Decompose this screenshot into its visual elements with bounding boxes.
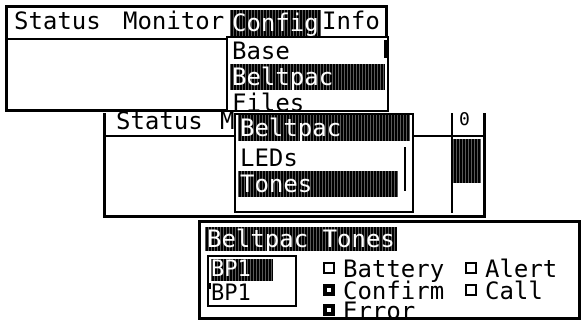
menu-monitor[interactable]: Monitor xyxy=(123,6,224,36)
menu-status[interactable]: Status xyxy=(14,6,101,36)
menu-monitor-partial[interactable]: M xyxy=(220,107,234,135)
main-menu-screen: Status Monitor Config Info Base Beltpac … xyxy=(5,5,389,116)
menu-info[interactable]: Info xyxy=(322,6,380,36)
setup-scrollbar[interactable] xyxy=(404,147,406,191)
side-value: 0 xyxy=(459,109,470,130)
list-item-bp1[interactable]: BP1 xyxy=(211,283,251,305)
call-label: Call xyxy=(485,277,543,305)
menu-status[interactable]: Status xyxy=(116,107,203,135)
side-bar xyxy=(453,139,481,183)
setup-item-tones[interactable]: Tones xyxy=(238,171,398,197)
setup-title: Beltpac Setup xyxy=(238,115,410,167)
menu-config[interactable]: Config xyxy=(230,10,321,36)
beltpac-setup-dropdown: Beltpac Setup LEDs Tones xyxy=(234,113,414,213)
beltpac-setup-screen: Status M Beltpac Setup LEDs Tones 0 xyxy=(103,107,486,218)
config-dropdown: Base Beltpac Files xyxy=(226,36,389,116)
battery-checkbox[interactable] xyxy=(323,262,335,274)
tones-title: Beltpac Tones xyxy=(205,225,397,253)
arrow-icon xyxy=(201,283,211,289)
alert-checkbox[interactable] xyxy=(465,262,477,274)
setup-item-leds[interactable]: LEDs xyxy=(238,145,410,171)
error-label: Error xyxy=(343,297,416,325)
dropdown-item-base[interactable]: Base xyxy=(230,38,385,64)
option-call[interactable]: Call xyxy=(465,279,543,303)
dropdown-item-beltpac[interactable]: Beltpac xyxy=(230,64,385,90)
beltpac-tones-screen: Beltpac Tones BP1 BP1 Battery Alert Conf… xyxy=(198,220,581,323)
confirm-checkbox[interactable] xyxy=(323,284,335,296)
list-item-bp1-selected[interactable]: BP1 xyxy=(211,259,273,281)
side-panel: 0 xyxy=(451,109,483,213)
option-error[interactable]: Error xyxy=(323,299,415,323)
call-checkbox[interactable] xyxy=(465,284,477,296)
error-checkbox[interactable] xyxy=(323,304,335,316)
beltpac-list[interactable]: BP1 BP1 xyxy=(207,255,297,307)
dropdown-scrollbar[interactable] xyxy=(384,40,388,58)
